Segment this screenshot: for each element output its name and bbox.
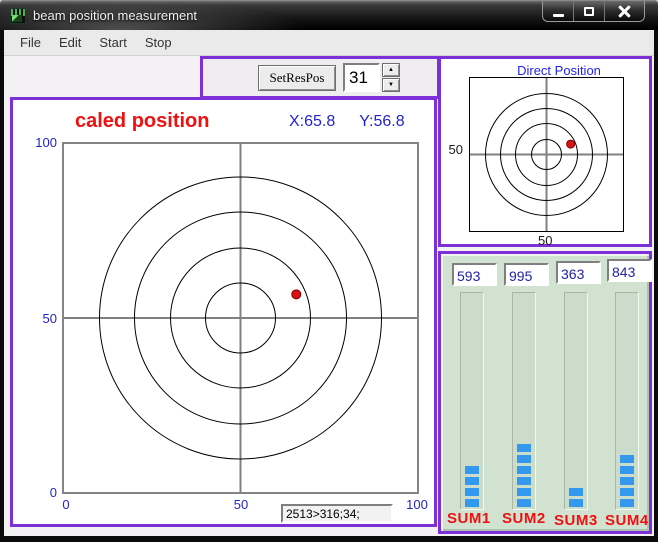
app-window: beam position measurement File Edit Star…: [0, 0, 658, 542]
minimize-button[interactable]: [543, 1, 574, 22]
sum-bar-segment: [620, 477, 634, 485]
caled-plot: [62, 142, 419, 494]
direct-plot-canvas: [470, 78, 623, 231]
sum-bar-segment: [620, 488, 634, 496]
y-tick-100: 100: [23, 135, 57, 150]
maximize-icon: [584, 7, 594, 16]
sum4-value[interactable]: [607, 259, 652, 282]
x-readout: X:65.8: [289, 113, 335, 131]
sum3-label: SUM3: [554, 512, 598, 529]
sum1-segments: [465, 466, 479, 507]
window-controls: [542, 1, 645, 22]
y-tick-50: 50: [23, 311, 57, 326]
sum-panel: SUM1 SUM2 SUM3 SUM4: [438, 251, 652, 534]
setrespos-button[interactable]: SetResPos: [258, 65, 336, 91]
sum-column-2: SUM2: [493, 254, 545, 531]
caled-plot-canvas: [64, 144, 417, 492]
arrow-down-icon: ▼: [388, 82, 394, 88]
sum-bar-segment: [569, 488, 583, 496]
arrow-up-icon: ▲: [388, 67, 394, 73]
menu-item-edit[interactable]: Edit: [51, 32, 89, 53]
direct-left-tick: 50: [441, 142, 463, 157]
sum-bar-segment: [620, 466, 634, 474]
status-field[interactable]: 2513>316;34;: [281, 504, 393, 523]
minimize-icon: [553, 14, 564, 17]
x-tick-50: 50: [234, 497, 248, 512]
beam-point: [567, 140, 575, 148]
sum4-label: SUM4: [605, 512, 649, 529]
y-tick-0: 0: [23, 485, 57, 500]
caled-position-panel: caled position X:65.8 Y:56.8 100 50 0 0 …: [10, 97, 437, 527]
y-readout: Y:56.8: [359, 113, 404, 131]
sum2-bar: [512, 292, 536, 510]
x-tick-0: 0: [62, 497, 69, 512]
sum-bar-segment: [517, 477, 531, 485]
window-title: beam position measurement: [33, 8, 197, 23]
sum2-label: SUM2: [502, 510, 546, 527]
sum4-segments: [620, 455, 634, 507]
direct-bottom-tick: 50: [538, 233, 552, 248]
sum-bar-segment: [465, 477, 479, 485]
sum-column-3: SUM3: [545, 254, 597, 531]
menu-item-stop[interactable]: Stop: [137, 32, 180, 53]
sum-bar-segment: [517, 444, 531, 452]
menu-item-start[interactable]: Start: [91, 32, 134, 53]
sum3-value[interactable]: [556, 261, 601, 284]
sum-bar-segment: [465, 466, 479, 474]
spin-down-button[interactable]: ▼: [382, 78, 400, 92]
respos-spinner: ▲ ▼: [382, 63, 400, 92]
setrespos-panel: SetResPos ▲ ▼: [200, 56, 440, 99]
direct-position-panel: Direct Position 50 50: [438, 56, 652, 247]
menu-item-file[interactable]: File: [12, 32, 49, 53]
maximize-button[interactable]: [574, 1, 605, 22]
sum2-segments: [517, 444, 531, 507]
sum4-bar: [615, 292, 639, 510]
sum-bar-segment: [465, 488, 479, 496]
sum-bar-segment: [517, 455, 531, 463]
spin-up-button[interactable]: ▲: [382, 63, 400, 77]
sum-bar-segment: [569, 499, 583, 507]
sum-bar-segment: [517, 499, 531, 507]
sum3-bar: [564, 292, 588, 510]
close-icon: [618, 5, 631, 18]
menubar: File Edit Start Stop: [4, 30, 654, 56]
position-readouts: X:65.8 Y:56.8: [289, 113, 405, 131]
sum2-value[interactable]: [504, 263, 549, 286]
sum1-label: SUM1: [447, 510, 491, 527]
sum1-bar: [460, 292, 484, 510]
sum-bar-segment: [517, 466, 531, 474]
direct-position-title: Direct Position: [441, 63, 649, 78]
beam-point: [292, 290, 301, 299]
sum1-value[interactable]: [452, 263, 497, 286]
direct-plot: [469, 77, 624, 232]
titlebar[interactable]: beam position measurement: [0, 0, 658, 30]
sum-bar-segment: [620, 455, 634, 463]
sum-bar-segment: [517, 488, 531, 496]
sum-column-4: SUM4: [596, 254, 648, 531]
caled-position-title: caled position: [75, 110, 209, 133]
client-area: COM6 ▼ OK SetResPos ▲ ▼ caled position X…: [4, 56, 654, 536]
respos-value-input[interactable]: [343, 63, 380, 92]
sum-bar-segment: [620, 499, 634, 507]
sum-column-1: SUM1: [441, 254, 493, 531]
app-icon: [10, 8, 26, 24]
sum3-segments: [569, 488, 583, 507]
x-tick-100: 100: [406, 497, 428, 512]
sum-bar-segment: [465, 499, 479, 507]
close-button[interactable]: [605, 1, 644, 22]
